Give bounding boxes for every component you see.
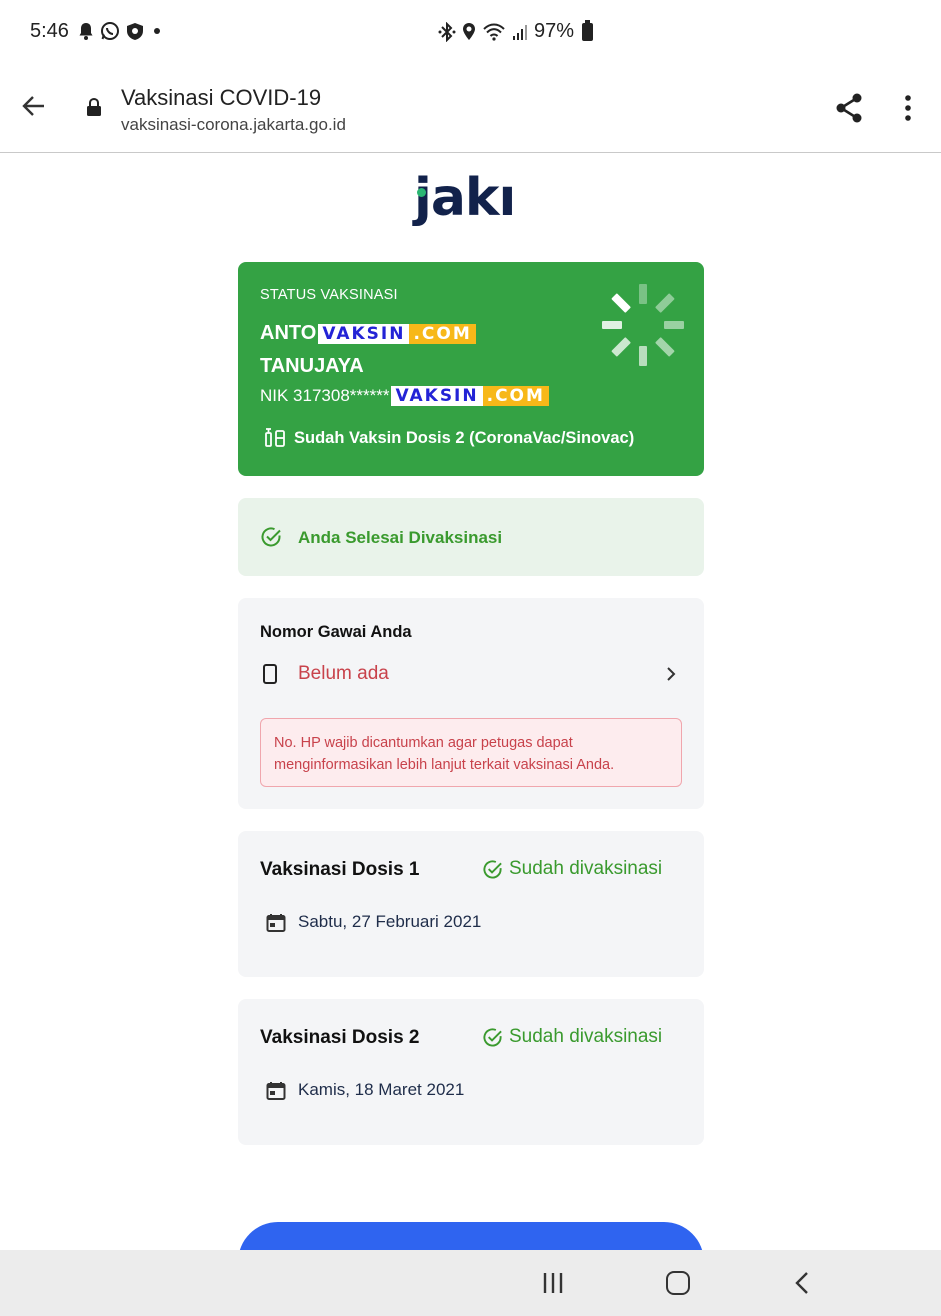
holder-name-line-1: ANTO VAKSIN .COM <box>260 322 476 345</box>
shield-app-icon <box>127 22 143 40</box>
check-circle-icon <box>483 1027 502 1046</box>
check-circle-icon <box>483 859 502 878</box>
share-icon[interactable] <box>834 92 864 124</box>
watermark-part-a: VAKSIN <box>318 323 410 344</box>
watermark: VAKSIN .COM <box>391 386 549 406</box>
bluetooth-icon <box>438 21 456 42</box>
signal-icon <box>513 24 527 40</box>
calendar-icon <box>266 913 286 932</box>
vaccination-complete-banner: Anda Selesai Divaksinasi <box>238 498 704 576</box>
status-time: 5:46 <box>30 20 69 42</box>
nik-number: NIK 317308****** <box>260 386 390 405</box>
battery-icon <box>582 19 594 41</box>
dose-date-row: Kamis, 18 Maret 2021 <box>266 1080 464 1100</box>
status-label: STATUS VAKSINASI <box>260 287 398 303</box>
back-arrow-icon[interactable] <box>20 92 48 120</box>
status-bar: 5:46 97% <box>0 0 941 66</box>
holder-name-line-2: TANUJAYA <box>260 355 364 377</box>
more-options-icon[interactable] <box>900 94 916 122</box>
phone-number-value: Belum ada <box>298 663 389 684</box>
dose-status-text: Sudah Vaksin Dosis 2 (CoronaVac/Sinovac) <box>294 428 635 447</box>
battery-level: 97% <box>534 20 575 42</box>
watermark: VAKSIN .COM <box>318 323 476 344</box>
jaki-logo: jakı <box>414 168 534 234</box>
dose-title: Vaksinasi Dosis 2 <box>260 1027 420 1048</box>
home-icon[interactable] <box>666 1271 690 1295</box>
watermark-part-b: .COM <box>482 386 549 406</box>
bell-icon <box>79 23 93 40</box>
complete-text: Anda Selesai Divaksinasi <box>298 528 503 547</box>
dose-date-row: Sabtu, 27 Februari 2021 <box>266 912 481 932</box>
dose-date: Sabtu, 27 Februari 2021 <box>298 912 482 931</box>
logo-dot <box>417 188 426 197</box>
phone-number-card: Nomor Gawai Anda Belum ada No. HP wajib … <box>238 598 704 809</box>
page-url[interactable]: vaksinasi-corona.jakarta.go.id <box>121 115 346 135</box>
dot-icon <box>154 28 160 34</box>
dose-card: Vaksinasi Dosis 2 Sudah divaksinasi Kami… <box>238 999 704 1145</box>
notification-icons <box>78 21 164 41</box>
chevron-right-icon <box>667 667 676 681</box>
lock-icon <box>87 98 101 116</box>
dose-card: Vaksinasi Dosis 1 Sudah divaksinasi Sabt… <box>238 831 704 977</box>
check-circle-icon <box>261 527 281 547</box>
vaccination-status-card: STATUS VAKSINASI ANTO VAKSIN .COM TANUJAY… <box>238 262 704 476</box>
dose-status: Sudah divaksinasi <box>482 1026 662 1048</box>
system-navigation-bar <box>0 1250 941 1316</box>
wifi-icon <box>483 23 505 41</box>
syringe-icon <box>265 428 285 447</box>
phone-warning-text: No. HP wajib dicantumkan agar petugas da… <box>274 735 615 773</box>
phone-number-row[interactable]: Belum ada <box>260 660 684 690</box>
recent-apps-icon[interactable] <box>541 1272 565 1294</box>
calendar-icon <box>266 1081 286 1100</box>
logo-text: jakı <box>414 168 516 228</box>
nav-back-icon[interactable] <box>794 1271 810 1295</box>
dose-date: Kamis, 18 Maret 2021 <box>298 1080 465 1099</box>
dose-status-text: Sudah divaksinasi <box>509 1026 663 1047</box>
dose-status: Sudah divaksinasi <box>482 858 662 880</box>
location-icon <box>463 23 475 40</box>
dose-title: Vaksinasi Dosis 1 <box>260 859 420 880</box>
browser-toolbar: Vaksinasi COVID-19 vaksinasi-corona.jaka… <box>0 66 941 153</box>
system-icons: 97% <box>438 19 594 43</box>
phone-warning-box: No. HP wajib dicantumkan agar petugas da… <box>260 718 682 787</box>
dose-status-text: Sudah divaksinasi <box>509 858 663 879</box>
page-title: Vaksinasi COVID-19 <box>121 85 322 110</box>
nik-row: NIK 317308****** VAKSIN .COM <box>260 386 549 406</box>
loading-spinner-icon <box>602 284 684 366</box>
watermark-part-a: VAKSIN <box>391 386 483 406</box>
holder-first-name: ANTO <box>260 322 317 344</box>
phone-card-title: Nomor Gawai Anda <box>260 623 412 641</box>
dose-status-row: Sudah Vaksin Dosis 2 (CoronaVac/Sinovac) <box>264 428 634 448</box>
whatsapp-icon <box>101 22 119 40</box>
watermark-part-b: .COM <box>409 323 476 344</box>
phone-icon <box>263 664 277 684</box>
